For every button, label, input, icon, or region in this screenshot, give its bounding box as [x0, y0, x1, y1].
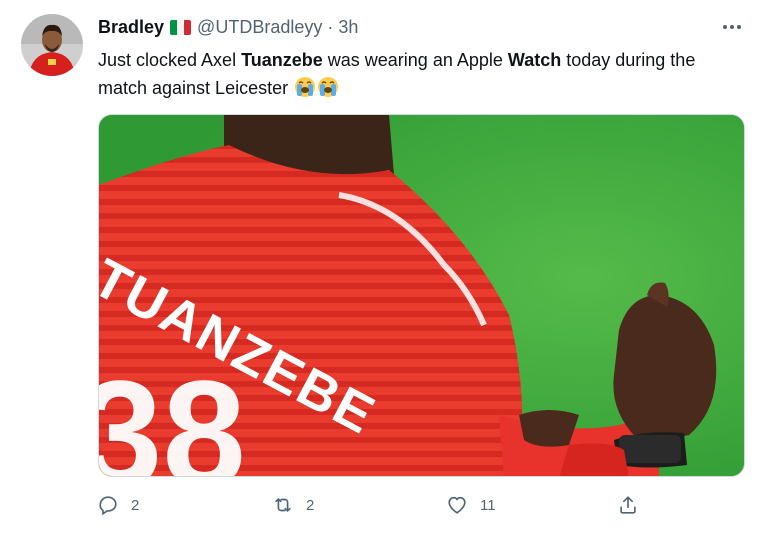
avatar[interactable]: [21, 14, 83, 76]
tweet-text: Just clocked Axel Tuanzebe was wearing a…: [98, 46, 738, 102]
ellipsis-dot: [730, 25, 734, 29]
media-photo: TUANZEBE 38: [99, 115, 744, 477]
ellipsis-icon: [723, 25, 727, 29]
tweet-actions: 2 2 11: [0, 494, 768, 522]
reply-count: 2: [131, 496, 140, 514]
tweet-text-part: Just clocked Axel: [98, 50, 242, 70]
retweet-button[interactable]: 2: [272, 494, 314, 516]
tweet-text-bold: Watch: [507, 50, 562, 70]
retweet-count: 2: [306, 496, 315, 514]
tweet-text-part: was wearing an Apple: [322, 50, 508, 70]
like-count: 11: [480, 496, 496, 514]
avatar-image: [21, 14, 83, 76]
author-handle[interactable]: @UTDBradleyy: [197, 17, 322, 38]
italy-flag-icon: [170, 19, 192, 35]
ellipsis-dot: [737, 25, 741, 29]
tweet-text-bold: Tuanzebe: [241, 50, 323, 70]
tweet-media-image[interactable]: TUANZEBE 38: [98, 114, 745, 477]
loudly-crying-face-icon: [318, 77, 339, 97]
tweet-header: Bradley @UTDBradleyy · 3h: [98, 14, 358, 40]
retweet-icon: [275, 498, 291, 512]
share-button[interactable]: [617, 494, 639, 516]
separator: ·: [327, 16, 334, 37]
reply-button[interactable]: 2: [97, 494, 139, 516]
loudly-crying-face-icon: [295, 77, 316, 97]
share-icon: [620, 496, 636, 514]
tweet: Bradley @UTDBradleyy · 3h Just clocked A…: [0, 0, 768, 537]
timestamp[interactable]: 3h: [338, 17, 358, 38]
like-button[interactable]: 11: [446, 494, 496, 516]
heart-icon: [448, 496, 466, 514]
shirt-number: 38: [99, 349, 246, 477]
author-name[interactable]: Bradley: [98, 17, 164, 38]
reply-icon: [99, 496, 117, 516]
more-options-button[interactable]: [719, 16, 745, 38]
